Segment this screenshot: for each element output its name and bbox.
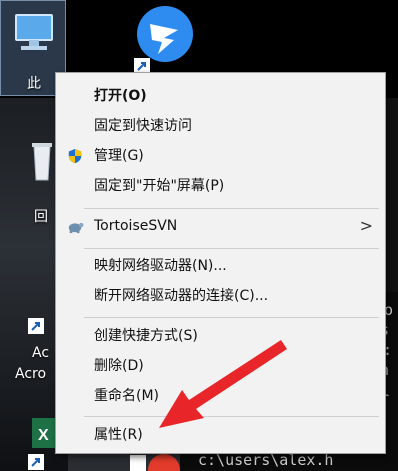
red-arrow-annotation	[159, 340, 287, 428]
